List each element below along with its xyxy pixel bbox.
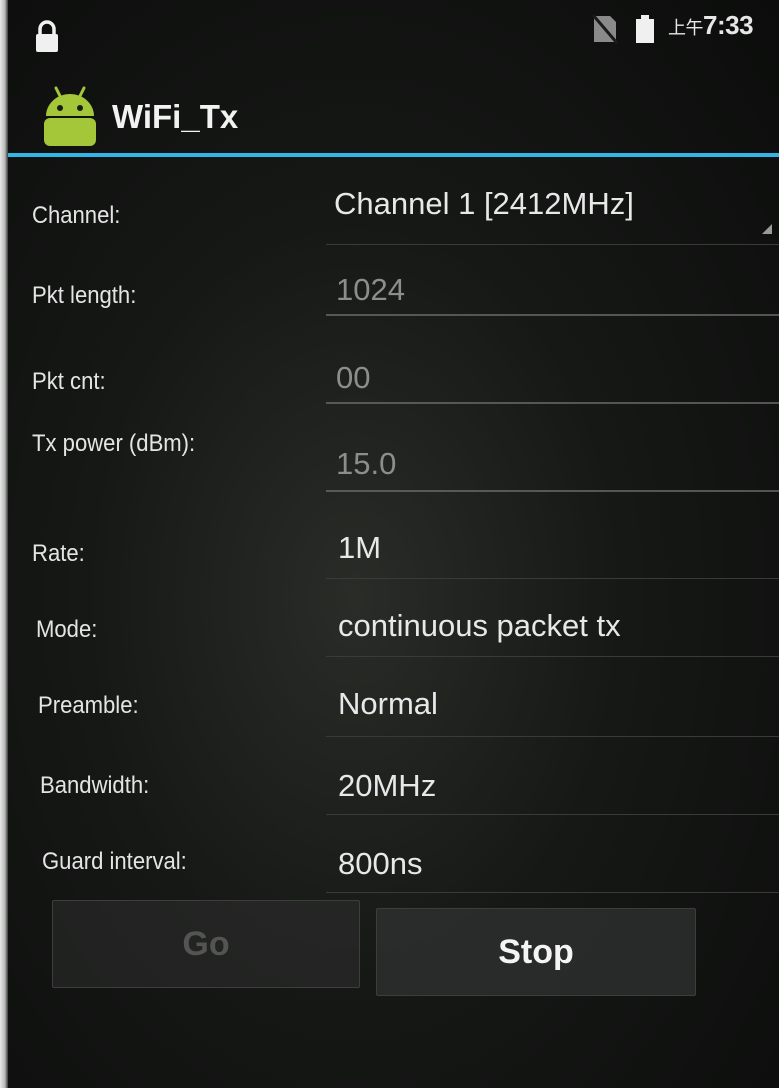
pkt-cnt-label: Pkt cnt: [32,368,106,395]
status-clock: 上午7:33 [668,10,754,41]
preamble-label: Preamble: [38,692,139,719]
device-bezel [0,0,8,1088]
bandwidth-label: Bandwidth: [40,772,150,799]
tx-power-underline [326,490,779,492]
stop-button[interactable]: Stop [376,908,696,996]
row-divider [326,892,779,893]
action-bar: WiFi_Tx [8,74,779,156]
pkt-cnt-value: 00 [336,360,371,395]
guard-interval-spinner[interactable]: 800ns [326,836,779,892]
status-time: 7:33 [703,10,754,40]
spinner-caret-icon [762,224,772,234]
no-sim-icon [592,14,618,44]
status-ampm: 上午 [668,18,704,38]
pkt-cnt-underline [326,402,779,404]
channel-spinner[interactable]: Channel 1 [2412MHz] [326,180,779,240]
tx-power-field[interactable]: 15.0 [326,436,779,494]
pkt-length-label: Pkt length: [32,282,137,309]
status-bar: 上午7:33 [8,0,779,60]
row-divider [326,578,779,579]
battery-icon [636,15,654,43]
tx-power-value: 15.0 [336,446,397,481]
channel-label: Channel: [32,202,121,229]
screen: 上午7:33 WiFi_Tx Channel: Channel 1 [2412M… [8,0,779,1088]
mode-value: continuous packet tx [338,608,621,643]
bandwidth-value: 20MHz [338,768,437,803]
mode-spinner[interactable]: continuous packet tx [326,600,779,656]
app-title: WiFi_Tx [112,98,239,135]
row-divider [326,736,779,737]
tx-power-label: Tx power (dBm): [32,430,196,457]
row-divider [326,244,779,245]
pkt-length-underline [326,314,779,316]
pkt-cnt-field[interactable]: 00 [326,350,779,408]
pkt-length-field[interactable]: 1024 [326,262,779,322]
pkt-length-value: 1024 [336,272,405,307]
row-divider [326,814,779,815]
lock-icon [36,20,58,52]
row-divider [326,656,779,657]
rate-value: 1M [338,530,382,565]
rate-label: Rate: [32,540,85,567]
action-bar-divider [8,153,779,157]
channel-value: Channel 1 [2412MHz] [334,186,634,221]
guard-interval-value: 800ns [338,846,423,881]
android-icon [44,86,96,146]
bandwidth-spinner[interactable]: 20MHz [326,758,779,814]
guard-interval-label: Guard interval: [42,848,187,875]
preamble-spinner[interactable]: Normal [326,678,779,734]
rate-spinner[interactable]: 1M [326,522,779,578]
go-button[interactable]: Go [52,900,360,988]
preamble-value: Normal [338,686,438,721]
mode-label: Mode: [36,616,98,643]
